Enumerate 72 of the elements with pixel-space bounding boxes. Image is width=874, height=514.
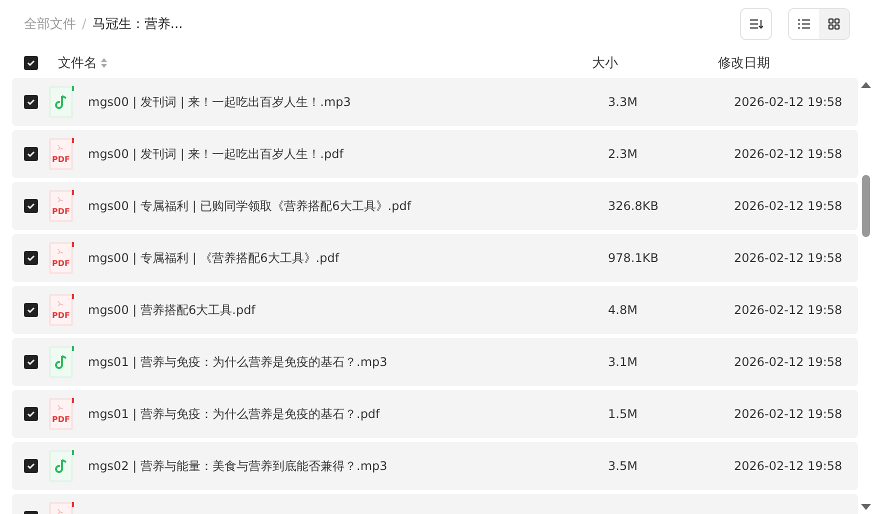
file-row[interactable]: PDF mgs01 | 营养与免疫：为什么营养是免疫的基石？.pdf 1.5M 2026-02-12 19:58	[12, 390, 858, 438]
checkmark-icon	[27, 358, 35, 366]
sort-icon	[749, 18, 763, 30]
music-file-icon	[49, 450, 75, 482]
file-row[interactable]: PDF mgs00 | 发刊词 | 来！一起吃出百岁人生！.pdf 2.3M 2026-02-12 19:58	[12, 130, 858, 178]
file-name: mgs01 | 营养与免疫：为什么营养是免疫的基石？.pdf	[88, 406, 381, 422]
file-name: mgs00 | 专属福利 | 《营养搭配6大工具》.pdf	[88, 250, 340, 266]
column-header: 修改日期	[718, 55, 771, 72]
pdf-file-icon: PDF	[49, 138, 75, 170]
file-row[interactable]: PDF mgs00 | 营养搭配6大工具.pdf 4.8M 2026-02-12 19:58	[12, 286, 858, 334]
file-row[interactable]: mgs01 | 营养与免疫：为什么营养是免疫的基石？.mp3 3.1M 2026-02-12 19:58	[12, 338, 858, 386]
checkmark-icon	[27, 462, 35, 470]
modified-date: 2026-02-12 19:58	[734, 459, 844, 473]
modified-date: 2026-02-12 19:58	[734, 355, 844, 369]
list-icon	[798, 19, 810, 29]
file-size: 2.3M	[608, 147, 638, 161]
checkmark-icon	[27, 254, 35, 262]
file-size: 326.8KB	[608, 199, 660, 213]
file-row[interactable]: PDF mgs00 | 专属福利 | 《营养搭配6大工具》.pdf 978.1KB 2026-02-12 19:58	[12, 234, 858, 282]
file-name: mgs00 | 专属福利 | 已购同学领取《营养搭配6大工具》.pdf	[88, 198, 412, 214]
column-header[interactable]: 文件名	[58, 54, 97, 72]
pdf-file-icon: PDF	[49, 190, 75, 222]
checkmark-icon	[27, 150, 35, 158]
pdf-file-icon: PDF	[49, 398, 75, 430]
pdf-file-icon: PDF	[49, 242, 75, 274]
modified-date: 2026-02-12 19:58	[734, 95, 844, 109]
checkmark-icon	[27, 202, 35, 210]
modified-date: 2026-02-12 19:58	[734, 407, 844, 421]
checkbox[interactable]	[24, 56, 38, 70]
file-name: mgs00 | 发刊词 | 来！一起吃出百岁人生！.mp3	[88, 94, 352, 110]
column-header: 大小	[592, 55, 619, 72]
checkbox[interactable]	[24, 251, 38, 265]
file-size: 3.3M	[608, 95, 638, 109]
scroll-down-icon[interactable]	[861, 504, 871, 510]
file-size: 3.5M	[608, 459, 638, 473]
file-size: 4.8M	[608, 303, 638, 317]
file-row[interactable]: PDF mgs00 | 专属福利 | 已购同学领取《营养搭配6大工具》.pdf 326.8KB 2026-02-12 19:58	[12, 182, 858, 230]
file-name: mgs00 | 营养搭配6大工具.pdf	[88, 302, 257, 318]
modified-date: 2026-02-12 19:58	[734, 147, 844, 161]
breadcrumb-separator: /	[82, 16, 86, 32]
checkmark-icon	[27, 98, 35, 106]
scrollbar-thumb[interactable]	[862, 175, 870, 237]
checkmark-icon	[27, 306, 35, 314]
file-name: mgs01 | 营养与免疫：为什么营养是免疫的基石？.mp3	[88, 354, 388, 370]
sort-button[interactable]	[740, 8, 772, 40]
file-name: mgs02 | 营养与能量：美食与营养到底能否兼得？.mp3	[88, 458, 388, 474]
modified-date: 2026-02-12 19:58	[734, 303, 844, 317]
checkmark-icon	[27, 59, 35, 67]
music-file-icon	[49, 346, 75, 378]
checkbox[interactable]	[24, 199, 38, 213]
checkbox[interactable]	[24, 355, 38, 369]
file-row[interactable]: mgs02 | 营养与能量：美食与营养到底能否兼得？.mp3 3.5M 2026-02-12 19:58	[12, 442, 858, 490]
file-size: 3.1M	[608, 355, 638, 369]
list-view-button[interactable]	[789, 9, 819, 39]
grid-icon	[828, 18, 840, 30]
file-size: 1.5M	[608, 407, 638, 421]
checkbox[interactable]	[24, 407, 38, 421]
file-row[interactable]: mgs00 | 发刊词 | 来！一起吃出百岁人生！.mp3 3.3M 2026-02-12 19:58	[12, 78, 858, 126]
breadcrumb-link[interactable]: 马冠生：营养...	[92, 15, 183, 33]
modified-date: 2026-02-12 19:58	[734, 251, 844, 265]
music-file-icon	[49, 86, 75, 118]
checkbox[interactable]	[24, 95, 38, 109]
checkmark-icon	[27, 410, 35, 418]
checkbox[interactable]	[24, 303, 38, 317]
file-size: 978.1KB	[608, 251, 660, 265]
checkbox[interactable]	[24, 459, 38, 473]
modified-date: 2026-02-12 19:58	[734, 199, 844, 213]
sort-arrows-icon	[101, 58, 107, 68]
checkbox[interactable]	[24, 147, 38, 161]
file-name: mgs00 | 发刊词 | 来！一起吃出百岁人生！.pdf	[88, 146, 345, 162]
scroll-up-icon[interactable]	[861, 82, 871, 88]
pdf-file-icon: PDF	[49, 294, 75, 326]
